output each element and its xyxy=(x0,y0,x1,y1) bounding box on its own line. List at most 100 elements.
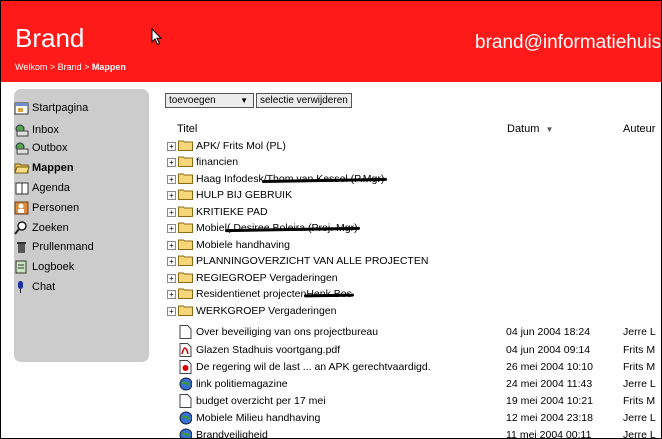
folder-row[interactable]: + Mobiel( Desiree Boleira (Proj. Mgr) xyxy=(165,220,661,236)
sidebar-item-agenda[interactable]: Agenda xyxy=(14,179,132,197)
folder-icon xyxy=(178,239,193,250)
file-date: 19 mei 2004 10:21 xyxy=(506,395,593,407)
expand-plus-icon[interactable]: + xyxy=(167,307,176,316)
app-window: Brand Welkom > Brand > Mappen brand@info… xyxy=(0,0,662,439)
file-row[interactable]: Brandveiligheid 11 mei 2004 00:11 Jerre L xyxy=(165,427,661,439)
mouse-cursor-icon xyxy=(151,28,163,46)
file-date: 04 jun 2004 18:24 xyxy=(506,326,591,338)
sidebar-item-mappen[interactable]: Mappen xyxy=(14,159,132,177)
home-page-icon xyxy=(14,101,30,115)
add-dropdown[interactable]: toevoegen ▼ xyxy=(165,93,254,108)
expand-plus-icon[interactable]: + xyxy=(167,274,176,283)
folder-name[interactable]: financien xyxy=(196,156,238,168)
expand-plus-icon[interactable]: + xyxy=(167,290,176,299)
search-icon xyxy=(14,221,30,235)
folder-name-text: APK/ Frits Mol (PL) xyxy=(196,140,286,152)
file-date: 11 mei 2004 00:11 xyxy=(506,429,592,439)
file-name[interactable]: Mobiele Milieu handhaving xyxy=(196,412,320,424)
header-bar: Brand Welkom > Brand > Mappen brand@info… xyxy=(1,1,661,82)
pdf-icon xyxy=(179,343,192,357)
folder-name[interactable]: Mobiel( Desiree Boleira (Proj. Mgr) xyxy=(196,222,358,234)
file-row[interactable]: link politiemagazine 24 mei 2004 11:43 Jer… xyxy=(165,376,661,392)
expand-plus-icon[interactable]: + xyxy=(167,257,176,266)
folder-row[interactable]: + financien xyxy=(165,154,661,170)
folder-row[interactable]: + PLANNINGOVERZICHT VAN ALLE PROJECTEN xyxy=(165,253,661,269)
folder-name-text: REGIEGROEP Vergaderingen xyxy=(196,272,338,284)
folder-row[interactable]: + Residentienet projectenHenk Bos xyxy=(165,286,661,302)
folder-row[interactable]: + KRITIEKE PAD xyxy=(165,204,661,220)
persons-icon xyxy=(14,201,30,215)
folder-name[interactable]: REGIEGROEP Vergaderingen xyxy=(196,272,338,284)
folder-name[interactable]: APK/ Frits Mol (PL) xyxy=(196,140,286,152)
breadcrumb-separator: > xyxy=(47,62,58,72)
add-dropdown-label: toevoegen xyxy=(169,95,216,106)
folder-name-text: Mobiele handhaving xyxy=(196,239,290,251)
sidebar-item-zoeken[interactable]: Zoeken xyxy=(14,219,132,237)
sidebar-item-personen[interactable]: Personen xyxy=(14,199,132,217)
folder-row[interactable]: + APK/ Frits Mol (PL) xyxy=(165,138,661,154)
sidebar-item-label: Mappen xyxy=(32,162,74,174)
trash-icon xyxy=(14,240,30,254)
column-header-datum[interactable]: Datum ▼ xyxy=(507,123,553,135)
sidebar-item-startpagina[interactable]: Startpagina xyxy=(14,99,132,117)
file-name[interactable]: De regering wil de last ... an APK gerec… xyxy=(196,361,431,373)
breadcrumb-home[interactable]: Welkom xyxy=(15,62,47,72)
file-name[interactable]: Brandveiligheid xyxy=(196,429,268,438)
file-author: Jerre L xyxy=(623,429,656,439)
redacted-text: /Thom van Kessel (P.Mgr) xyxy=(263,173,385,185)
breadcrumb-current: Mappen xyxy=(91,62,126,72)
folder-name[interactable]: HULP BIJ GEBRUIK xyxy=(196,189,292,201)
folder-row[interactable]: + Mobiele handhaving xyxy=(165,237,661,253)
expand-plus-icon[interactable]: + xyxy=(167,175,176,184)
file-row[interactable]: De regering wil de last ... an APK gerec… xyxy=(165,359,661,375)
sidebar-item-label: Prullenmand xyxy=(32,241,94,253)
file-row[interactable]: Mobiele Milieu handhaving 12 mei 2004 23:… xyxy=(165,410,661,426)
redacted-text: ( Desiree Boleira (Proj. Mgr) xyxy=(226,222,358,234)
chevron-down-icon: ▼ xyxy=(240,96,248,105)
folder-row[interactable]: + Haag Infodesk/Thom van Kessel (P.Mgr) xyxy=(165,171,661,187)
file-author: Jerre L xyxy=(623,378,656,390)
breadcrumb: Welkom > Brand > Mappen xyxy=(15,62,126,72)
sidebar-item-label: Outbox xyxy=(32,142,68,154)
breadcrumb-brand[interactable]: Brand xyxy=(58,62,82,72)
file-row[interactable]: Glazen Stadhuis voortgang.pdf 04 jun 2004… xyxy=(165,342,661,358)
expand-plus-icon[interactable]: + xyxy=(167,241,176,250)
file-author: Frits M xyxy=(623,344,656,356)
file-name[interactable]: Glazen Stadhuis voortgang.pdf xyxy=(196,344,340,356)
sidebar-item-label: Logboek xyxy=(32,261,75,273)
sidebar-item-outbox[interactable]: Outbox xyxy=(14,139,132,157)
expand-plus-icon[interactable]: + xyxy=(167,208,176,217)
file-name[interactable]: link politiemagazine xyxy=(196,378,288,390)
sidebar-item-prullenmand[interactable]: Prullenmand xyxy=(14,238,132,256)
file-row[interactable]: budget overzicht per 17 mei 19 mei 2004 1… xyxy=(165,393,661,409)
column-header-auteur[interactable]: Auteur xyxy=(623,123,655,135)
file-date: 12 mei 2004 23:18 xyxy=(506,412,593,424)
expand-plus-icon[interactable]: + xyxy=(167,191,176,200)
sidebar-item-logboek[interactable]: Logboek xyxy=(14,258,132,276)
sidebar-item-chat[interactable]: Chat xyxy=(14,278,132,296)
folder-icon xyxy=(178,222,193,233)
folder-name[interactable]: WERKGROEP Vergaderingen xyxy=(196,305,336,317)
file-author: Jerre L xyxy=(623,412,656,424)
file-author: Frits M xyxy=(623,361,656,373)
folder-name[interactable]: PLANNINGOVERZICHT VAN ALLE PROJECTEN xyxy=(196,255,428,267)
folder-row[interactable]: + HULP BIJ GEBRUIK xyxy=(165,187,661,203)
folder-icon xyxy=(178,272,193,283)
sidebar-item-inbox[interactable]: Inbox xyxy=(14,121,132,139)
expand-plus-icon[interactable]: + xyxy=(167,142,176,151)
file-name[interactable]: budget overzicht per 17 mei xyxy=(196,395,326,407)
file-name[interactable]: Over beveiliging van ons projectbureau xyxy=(196,326,378,338)
remove-selection-button[interactable]: selectie verwijderen xyxy=(256,93,352,108)
folder-row[interactable]: + WERKGROEP Vergaderingen xyxy=(165,303,661,319)
folder-name-text: financien xyxy=(196,156,239,168)
file-row[interactable]: Over beveiliging van ons projectbureau 04… xyxy=(165,324,661,340)
folder-name[interactable]: Residentienet projectenHenk Bos xyxy=(196,288,352,300)
web-link-icon xyxy=(179,377,192,391)
folder-row[interactable]: + REGIEGROEP Vergaderingen xyxy=(165,270,661,286)
column-header-titel[interactable]: Titel xyxy=(177,123,197,135)
folder-name[interactable]: Mobiele handhaving xyxy=(196,239,290,251)
expand-plus-icon[interactable]: + xyxy=(167,224,176,233)
folder-name[interactable]: Haag Infodesk/Thom van Kessel (P.Mgr) xyxy=(196,173,384,185)
folder-name[interactable]: KRITIEKE PAD xyxy=(196,206,268,218)
expand-plus-icon[interactable]: + xyxy=(167,158,176,167)
